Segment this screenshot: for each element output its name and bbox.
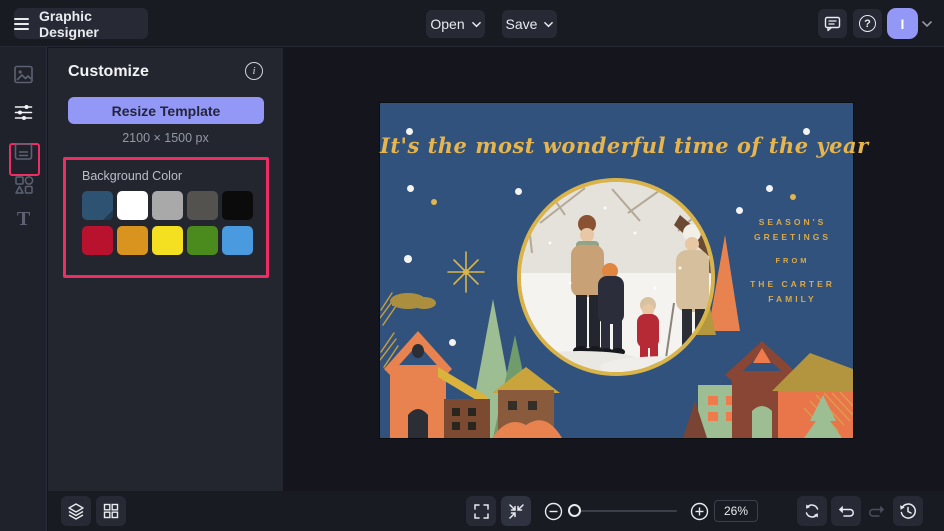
- grid-view-button[interactable]: [96, 496, 126, 526]
- houses-right: [683, 341, 853, 438]
- swatch-light-gray[interactable]: [152, 191, 183, 220]
- fullscreen-button[interactable]: [466, 496, 496, 526]
- collapse-icon: [508, 503, 524, 519]
- sidebar-item-graphics[interactable]: [0, 168, 47, 202]
- graphic-designer-app: Graphic Designer Open Save ? I T Customi…: [0, 0, 944, 531]
- resize-template-button[interactable]: Resize Template: [68, 97, 264, 124]
- moon-dot: [404, 255, 412, 263]
- feedback-button[interactable]: [818, 9, 847, 38]
- refresh-button[interactable]: [797, 496, 827, 526]
- layers-icon: [68, 503, 84, 520]
- account-avatar[interactable]: I: [887, 8, 918, 39]
- account-chevron-icon[interactable]: [922, 19, 932, 29]
- shapes-icon: [14, 176, 33, 194]
- customize-panel: Customize i Resize Template 2100 × 1500 …: [48, 48, 283, 531]
- undo-button[interactable]: [831, 496, 861, 526]
- minus-circle-icon: [544, 502, 562, 520]
- snow-dot: [766, 185, 773, 192]
- snow-dot: [407, 185, 414, 192]
- zoom-out-button[interactable]: [538, 496, 568, 526]
- chevron-down-icon: [471, 21, 481, 27]
- house-left: [384, 331, 490, 438]
- info-icon[interactable]: i: [245, 62, 263, 80]
- chat-icon: [824, 16, 841, 32]
- card-headline-text[interactable]: It's the most wonderful time of the year: [380, 133, 868, 158]
- history-button[interactable]: [893, 496, 923, 526]
- card-greeting-text[interactable]: SEASON'S GREETINGS FROM THE CARTER FAMIL…: [735, 215, 850, 307]
- help-icon: ?: [859, 15, 876, 32]
- sliders-icon: [14, 104, 33, 120]
- grid-icon: [103, 503, 119, 519]
- background-color-label: Background Color: [82, 169, 183, 183]
- history-icon: [900, 503, 916, 519]
- swatch-red[interactable]: [82, 226, 113, 255]
- sidebar-item-text[interactable]: T: [0, 202, 47, 236]
- swatch-blue[interactable]: [222, 226, 253, 255]
- snow-dot: [515, 188, 522, 195]
- swatch-yellow[interactable]: [152, 226, 183, 255]
- sidebar-item-customize[interactable]: [0, 95, 47, 129]
- top-bar: Graphic Designer Open Save ? I: [0, 0, 944, 47]
- photo-frame: [517, 178, 715, 376]
- design-canvas[interactable]: It's the most wonderful time of the year…: [380, 103, 868, 438]
- help-button[interactable]: ?: [853, 9, 882, 38]
- snow-dot: [736, 207, 743, 214]
- swatch-orange[interactable]: [117, 226, 148, 255]
- gold-dot: [431, 199, 437, 205]
- swatch-dark-gray[interactable]: [187, 191, 218, 220]
- bottom-toolbar: 26%: [48, 491, 944, 531]
- chevron-down-icon: [544, 21, 554, 27]
- fit-to-screen-button[interactable]: [501, 496, 531, 526]
- plus-circle-icon: [690, 502, 708, 520]
- main-menu-button[interactable]: Graphic Designer: [14, 7, 148, 40]
- snow-dot: [449, 339, 456, 346]
- sidebar-item-templates[interactable]: [0, 134, 47, 168]
- expand-icon: [473, 503, 489, 519]
- redo-button[interactable]: [862, 496, 892, 526]
- save-button[interactable]: Save: [502, 10, 557, 38]
- swatch-black[interactable]: [222, 191, 253, 220]
- sidebar-item-images[interactable]: [0, 57, 47, 91]
- zoom-slider-knob[interactable]: [568, 504, 581, 517]
- swatch-green[interactable]: [187, 226, 218, 255]
- canvas-dimensions: 2100 × 1500 px: [122, 131, 209, 145]
- swatch-current-blue[interactable]: [82, 191, 113, 220]
- text-icon: T: [16, 207, 31, 230]
- layers-button[interactable]: [61, 496, 91, 526]
- zoom-in-button[interactable]: [684, 496, 714, 526]
- undo-icon: [838, 505, 854, 517]
- background-color-section: Background Color: [63, 157, 269, 278]
- panel-icon: [14, 142, 33, 160]
- panel-title: Customize: [68, 63, 149, 80]
- gold-dot: [790, 194, 796, 200]
- zoom-percentage[interactable]: 26%: [714, 500, 758, 522]
- image-icon: [14, 65, 33, 83]
- color-swatch-grid: [82, 191, 254, 255]
- zoom-slider[interactable]: [568, 504, 677, 517]
- refresh-icon: [805, 504, 819, 518]
- cloud-shape: [390, 293, 436, 309]
- open-button[interactable]: Open: [426, 10, 485, 38]
- tool-rail: T: [0, 47, 47, 531]
- hamburger-icon: [14, 17, 29, 30]
- redo-icon: [869, 505, 885, 517]
- sparkle-icon: [447, 251, 485, 293]
- swatch-white[interactable]: [117, 191, 148, 220]
- app-title: Graphic Designer: [38, 7, 99, 40]
